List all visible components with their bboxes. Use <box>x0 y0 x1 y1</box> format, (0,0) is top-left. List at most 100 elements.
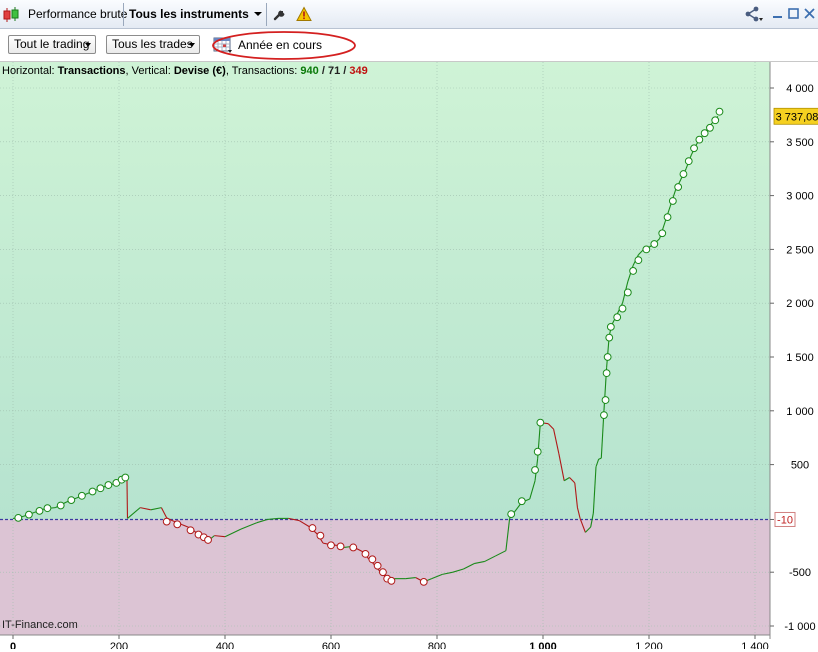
winning-trade-marker <box>88 487 97 496</box>
performance-brute-tab[interactable]: Performance brute <box>28 4 127 25</box>
trading-filter-label: Tout le trading <box>14 37 90 51</box>
y-tick-label: 3 000 <box>786 191 814 203</box>
winning-trade-marker <box>658 229 667 238</box>
winning-trade-marker <box>674 183 683 191</box>
winning-trade-marker <box>715 107 724 116</box>
last-value-label: 3 737,08 <box>776 111 818 123</box>
winning-trade-marker <box>700 129 709 138</box>
losing-trade-marker <box>186 526 195 535</box>
winning-trade-marker <box>706 123 714 132</box>
winning-trade-marker <box>690 144 698 153</box>
winning-trade-marker <box>67 496 76 505</box>
chevron-down-icon <box>85 43 91 47</box>
chart-canvas[interactable]: 4 000 3 500 3 000 2 500 2 000 1 500 1 000 500 -1… <box>0 62 818 652</box>
warning-icon[interactable] <box>296 6 312 22</box>
losing-trade-marker <box>368 555 377 564</box>
wrench-icon[interactable] <box>272 6 288 22</box>
winning-trade-marker <box>601 396 610 404</box>
losing-trade-marker <box>173 520 182 529</box>
chevron-down-icon[interactable] <box>254 12 262 16</box>
winning-trade-marker <box>668 197 677 205</box>
winning-trade-marker <box>613 313 622 322</box>
losing-trade-marker <box>316 531 325 540</box>
losing-trade-marker <box>336 542 345 551</box>
winning-trade-marker <box>711 116 720 125</box>
winning-trade-marker <box>56 501 65 510</box>
horizontal-label: Horizontal: <box>2 65 55 77</box>
winning-trade-marker <box>684 157 693 166</box>
y-tick-label: 2 000 <box>786 298 814 310</box>
trades-filter-dropdown[interactable]: Tous les trades <box>106 35 200 54</box>
share-icon[interactable] <box>744 6 763 22</box>
vertical-value: Devise (€) <box>173 65 226 77</box>
transactions-total: 940 <box>300 65 319 77</box>
winning-trade-marker <box>603 353 612 361</box>
losing-trade-marker <box>162 517 171 526</box>
top-toolbar: Performance brute Tous les instruments <box>0 0 818 29</box>
equity-chart: Horizontal: Transactions, Vertical: Devi… <box>0 62 818 652</box>
y-tick-label: 1 000 <box>786 406 814 418</box>
winning-trade-marker <box>605 333 614 342</box>
losing-trade-marker <box>361 550 370 558</box>
winning-trade-marker <box>618 304 627 313</box>
winning-trade-marker <box>533 447 542 456</box>
winning-trade-marker <box>663 213 672 222</box>
winning-trade-marker <box>104 481 113 489</box>
x-tick-label: 600 <box>322 641 340 649</box>
trading-filter-dropdown[interactable]: Tout le trading <box>8 35 96 54</box>
x-tick-label: 1 400 <box>741 641 769 649</box>
x-tick-label: 1 000 <box>529 641 557 649</box>
losing-trade-marker <box>373 561 382 570</box>
losing-trade-marker <box>204 536 212 544</box>
vertical-label: Vertical: <box>131 65 171 77</box>
chevron-down-icon <box>189 43 195 47</box>
y-tick-label: 3 500 <box>786 137 814 149</box>
candlestick-chart-icon <box>2 6 20 24</box>
winning-trade-marker <box>43 504 52 513</box>
watermark: IT-Finance.com <box>2 619 78 631</box>
transactions-neutral: 71 <box>327 65 341 77</box>
maximize-icon[interactable] <box>787 7 800 20</box>
winning-trade-marker <box>78 491 86 500</box>
winning-trade-marker <box>606 322 615 331</box>
y-tick-label: 1 500 <box>786 352 814 364</box>
y-tick-label: 2 500 <box>786 244 814 256</box>
transactions-slash: / <box>343 65 347 77</box>
winning-trade-marker <box>623 288 632 297</box>
winning-trade-marker <box>96 484 105 493</box>
x-tick-label: 1 200 <box>635 641 663 649</box>
y-tick-label: 4 000 <box>786 83 814 95</box>
losing-trade-marker <box>308 524 317 532</box>
x-tick-label: 0 <box>10 641 16 649</box>
winning-trade-marker <box>507 510 516 518</box>
transactions-slash: / <box>321 65 325 77</box>
trades-filter-label: Tous les trades <box>112 37 193 51</box>
winning-trade-marker <box>35 506 44 515</box>
winning-trade-marker <box>517 497 526 506</box>
x-tick-label: 400 <box>216 641 234 649</box>
winning-trade-marker <box>600 411 608 420</box>
filter-toolbar: Tout le trading Tous les trades Année en… <box>0 29 818 62</box>
winning-trade-marker <box>695 135 704 144</box>
winning-trade-marker <box>14 513 23 522</box>
winning-trade-marker <box>25 510 33 519</box>
winning-trade-marker <box>650 240 659 248</box>
highlight-ellipse <box>212 31 356 60</box>
minimize-icon[interactable] <box>771 7 784 20</box>
winning-trade-marker <box>634 256 643 265</box>
losing-trade-marker <box>419 577 428 586</box>
x-tick-label: 800 <box>428 641 446 649</box>
winning-trade-marker <box>602 369 611 378</box>
losing-trade-marker <box>379 568 387 577</box>
losing-trade-marker <box>327 541 335 550</box>
winning-trade-marker <box>536 418 545 427</box>
horizontal-value: Transactions <box>57 65 126 77</box>
transactions-label: Transactions: <box>231 65 298 77</box>
close-icon[interactable] <box>803 7 816 20</box>
winning-trade-marker <box>531 466 539 474</box>
winning-trade-marker <box>121 473 130 482</box>
instruments-dropdown[interactable]: Tous les instruments <box>129 4 249 25</box>
winning-trade-marker <box>629 267 637 275</box>
transactions-losing: 349 <box>349 65 368 77</box>
profit-zone <box>0 62 770 520</box>
